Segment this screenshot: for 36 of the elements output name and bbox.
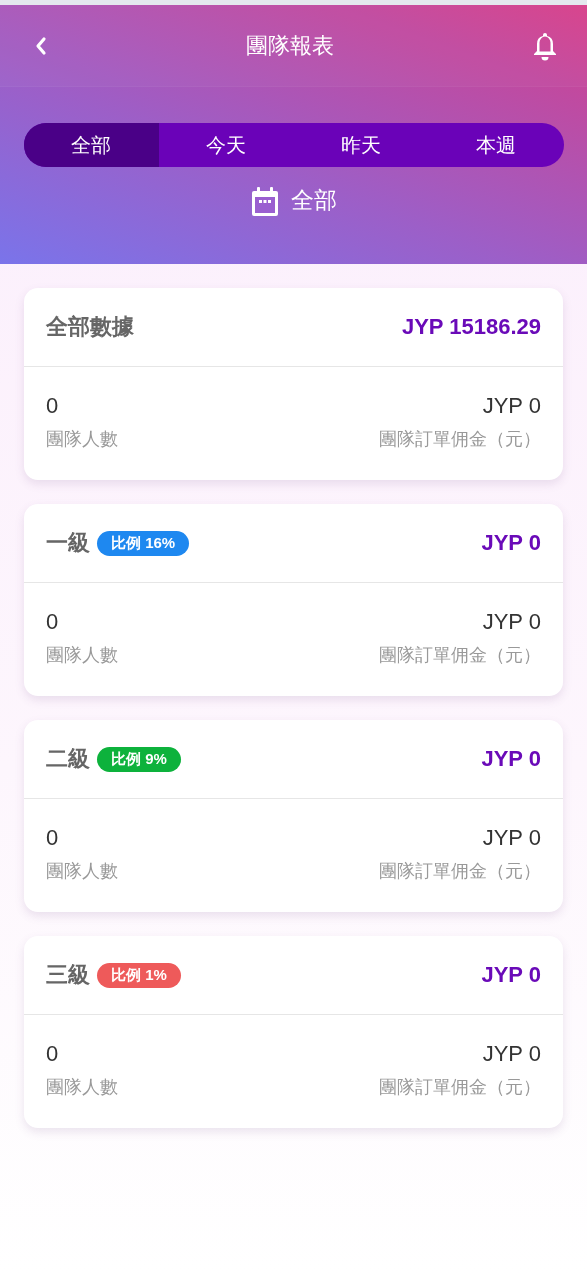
calendar-icon[interactable]	[250, 185, 279, 216]
commission-label: 團隊訂單佣金（元）	[379, 860, 541, 883]
commission-label: 團隊訂單佣金（元）	[379, 428, 541, 451]
ratio-badge: 比例 16%	[97, 530, 190, 556]
member-count-label: 團隊人數	[46, 1076, 118, 1099]
period-tab[interactable]: 昨天	[293, 123, 429, 167]
commission-label: 團隊訂單佣金（元）	[379, 644, 541, 667]
card-title: 全部數據	[46, 313, 134, 341]
commission-value: JYP 0	[482, 609, 541, 635]
commission-value: JYP 0	[482, 1041, 541, 1067]
member-count: 0	[46, 393, 60, 419]
back-icon[interactable]	[34, 35, 48, 56]
period-label: 全部	[290, 186, 337, 215]
total-amount: JYP 15186.29	[401, 314, 541, 340]
commission-label: 團隊訂單佣金（元）	[379, 1076, 541, 1099]
member-count: 0	[46, 1041, 60, 1067]
member-count-label: 團隊人數	[46, 644, 118, 667]
ratio-badge: 比例 9%	[97, 746, 181, 772]
page-title: 團隊報表	[246, 31, 334, 60]
total-amount: JYP 0	[481, 530, 541, 556]
total-amount: JYP 0	[481, 746, 541, 772]
period-tab[interactable]: 本週	[428, 123, 564, 167]
member-count: 0	[46, 609, 60, 635]
bell-icon[interactable]	[532, 30, 558, 61]
member-count-label: 團隊人數	[46, 860, 118, 883]
commission-value: JYP 0	[482, 825, 541, 851]
card-title: 一級	[46, 529, 90, 557]
commission-value: JYP 0	[482, 393, 541, 419]
ratio-badge: 比例 1%	[97, 962, 181, 988]
period-tab[interactable]: 今天	[158, 123, 294, 167]
total-amount: JYP 0	[481, 962, 541, 988]
card-title: 二級	[46, 745, 90, 773]
member-count-label: 團隊人數	[46, 428, 118, 451]
card-title: 三級	[46, 961, 90, 989]
period-tab[interactable]: 全部	[23, 123, 159, 167]
member-count: 0	[46, 825, 60, 851]
